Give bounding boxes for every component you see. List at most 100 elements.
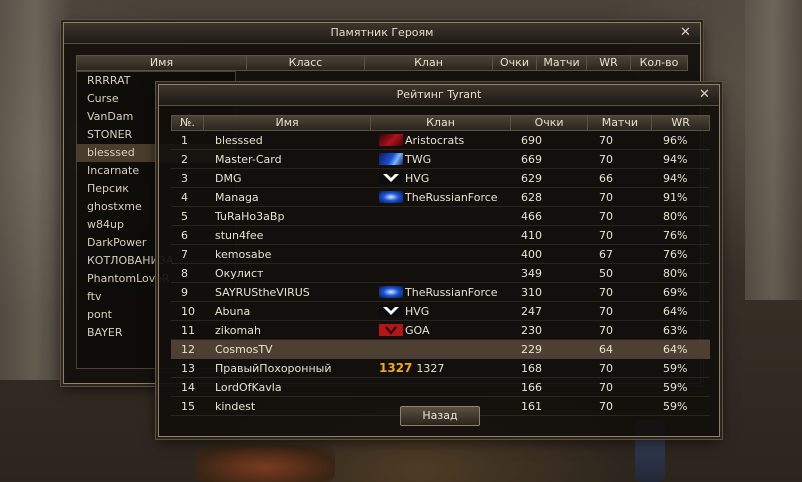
player-name-cell: blesssed (215, 133, 263, 147)
column-header-number[interactable]: №. (172, 116, 204, 130)
rank-cell: 1 (181, 133, 188, 147)
points-cell: 247 (521, 304, 542, 318)
clan-cell: TWG (371, 153, 511, 166)
table-row[interactable]: 6 stun4fee 410 70 76% (171, 226, 710, 245)
clan-name: 1327 (416, 361, 445, 375)
player-name-cell: Окулист (215, 266, 264, 280)
points-cell: 229 (521, 342, 542, 356)
matches-cell: 70 (599, 361, 613, 375)
column-header-matches[interactable]: Матчи (588, 116, 653, 130)
win-rate-cell: 91% (663, 190, 688, 204)
table-row[interactable]: 2 Master-Card TWG 669 70 94% (171, 150, 710, 169)
window-title: Памятник Героям (330, 26, 434, 39)
clan-cell: HVG (371, 172, 511, 185)
win-rate-cell: 64% (663, 342, 688, 356)
win-rate-cell: 69% (663, 285, 688, 299)
table-row[interactable]: 13 ПравыйПохоронный 1327 1327 168 70 59% (171, 359, 710, 378)
points-cell: 410 (521, 228, 542, 242)
win-rate-cell: 94% (663, 152, 688, 166)
goa-emblem-icon (379, 324, 403, 336)
points-cell: 166 (521, 380, 542, 394)
column-header-clan[interactable]: Клан (371, 116, 511, 130)
win-rate-cell: 94% (663, 171, 688, 185)
rank-cell: 12 (181, 342, 195, 356)
player-name-cell: Master-Card (215, 152, 282, 166)
table-row[interactable]: 1 blesssed Aristocrats 690 70 96% (171, 131, 710, 150)
points-cell: 310 (521, 285, 542, 299)
column-header-class[interactable]: Класс (247, 56, 365, 70)
trf-emblem-icon (379, 286, 403, 298)
column-header-wr[interactable]: WR (652, 116, 709, 130)
clan-cell: GOA (371, 324, 511, 337)
matches-cell: 70 (599, 209, 613, 223)
win-rate-cell: 80% (663, 266, 688, 280)
column-header-name[interactable]: Имя (204, 116, 372, 130)
rating-table-body: 1 blesssed Aristocrats 690 70 96% 2 Master-Card… (171, 131, 710, 416)
rank-cell: 2 (181, 152, 188, 166)
table-row[interactable]: 7 kemosabe 400 67 76% (171, 245, 710, 264)
window-title-bar: Памятник Героям (64, 23, 700, 44)
tyrant-rating-window: Рейтинг Tyrant ✕ №. Имя Клан Очки Матчи … (158, 84, 720, 437)
table-row[interactable]: 5 TuRaHo3aBp 466 70 80% (171, 207, 710, 226)
rank-cell: 3 (181, 171, 188, 185)
rank-cell: 7 (181, 247, 188, 261)
table-row[interactable]: 11 zikomah GOA 230 70 63% (171, 321, 710, 340)
twg-emblem-icon (379, 153, 403, 165)
column-header-name[interactable]: Имя (77, 56, 247, 70)
table-row[interactable]: 14 LordOfKavla 166 70 59% (171, 378, 710, 397)
hvg-emblem-icon (379, 305, 403, 317)
win-rate-cell: 59% (663, 361, 688, 375)
player-name-cell: zikomah (215, 323, 261, 337)
win-rate-cell: 76% (663, 228, 688, 242)
clan-1327-emblem-icon: 1327 (379, 361, 413, 375)
clan-name: TWG (405, 152, 432, 166)
player-name-cell: SAYRUStheVIRUS (215, 285, 310, 299)
points-cell: 629 (521, 171, 542, 185)
close-icon[interactable]: ✕ (679, 26, 692, 39)
clan-name: TheRussianForce (405, 190, 498, 204)
win-rate-cell: 80% (663, 209, 688, 223)
rank-cell: 6 (181, 228, 188, 242)
table-row[interactable]: 12 CosmosTV 229 64 64% (171, 340, 710, 359)
rank-cell: 10 (181, 304, 195, 318)
column-header-clan[interactable]: Клан (365, 56, 493, 70)
clan-cell: TheRussianForce (371, 286, 511, 299)
win-rate-cell: 63% (663, 323, 688, 337)
points-cell: 628 (521, 190, 542, 204)
column-header-matches[interactable]: Матчи (537, 56, 587, 70)
player-name-cell: Abuna (215, 304, 251, 318)
column-header-points[interactable]: Очки (511, 116, 589, 130)
table-row[interactable]: 3 DMG HVG 629 66 94% (171, 169, 710, 188)
points-cell: 230 (521, 323, 542, 337)
stone-pillar-right (745, 0, 802, 300)
clan-name: HVG (405, 304, 430, 318)
stone-pillar-left (0, 0, 70, 380)
clan-name: GOA (405, 323, 430, 337)
win-rate-cell: 96% (663, 133, 688, 147)
rank-cell: 4 (181, 190, 188, 204)
clan-cell: TheRussianForce (371, 191, 511, 204)
points-cell: 669 (521, 152, 542, 166)
column-header-points[interactable]: Очки (493, 56, 537, 70)
player-name-cell: CosmosTV (215, 342, 273, 356)
window-title: Рейтинг Tyrant (396, 88, 482, 101)
table-row[interactable]: 10 Abuna HVG 247 70 64% (171, 302, 710, 321)
clan-cell: Aristocrats (371, 134, 511, 147)
column-header-wr[interactable]: WR (587, 56, 631, 70)
player-name-cell: TuRaHo3aBp (215, 209, 285, 223)
clan-name: TheRussianForce (405, 285, 498, 299)
matches-cell: 70 (599, 190, 613, 204)
column-header-count[interactable]: Кол-во (631, 56, 687, 70)
matches-cell: 70 (599, 399, 613, 413)
clan-name: Aristocrats (405, 133, 465, 147)
back-button[interactable]: Назад (400, 406, 480, 426)
win-rate-cell: 64% (663, 304, 688, 318)
close-icon[interactable]: ✕ (698, 88, 711, 101)
table-row[interactable]: 9 SAYRUStheVIRUS TheRussianForce 310 70 69% (171, 283, 710, 302)
table-row[interactable]: 8 Окулист 349 50 80% (171, 264, 710, 283)
matches-cell: 70 (599, 323, 613, 337)
table-row[interactable]: 4 Managa TheRussianForce 628 70 91% (171, 188, 710, 207)
character-figure (195, 445, 335, 482)
hvg-emblem-icon (379, 172, 403, 184)
trf-emblem-icon (379, 191, 403, 203)
